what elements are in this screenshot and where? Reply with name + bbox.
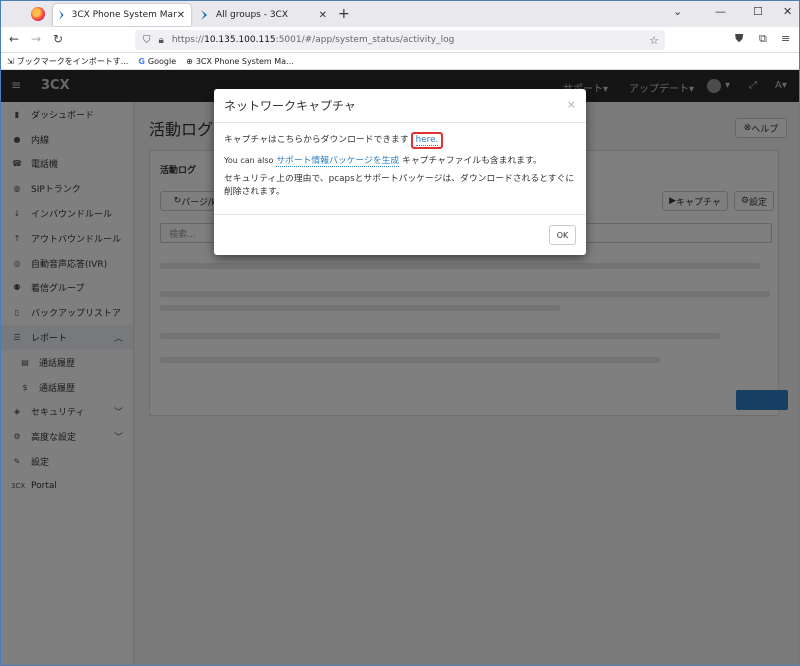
tab-list-icon[interactable]: ⌄ (673, 5, 682, 18)
close-tab-icon[interactable]: ✕ (319, 10, 327, 21)
bookmark-import[interactable]: ⇲ ブックマークをインポートす... (7, 56, 128, 67)
minimize-icon[interactable]: — (715, 5, 726, 18)
url-bar[interactable]: ⛉ 🔒︎ https://10.135.100.115:5001/#/app/s… (135, 30, 665, 50)
modal-body: キャプチャはこちらからダウンロードできます here. You can also … (214, 123, 586, 199)
3cx-favicon-icon (59, 10, 64, 20)
app-menu-icon[interactable]: ≡ (781, 32, 790, 45)
globe-icon: ⊕ (186, 56, 193, 66)
tab-3cx-management[interactable]: 3CX Phone System Manageme ✕ (53, 4, 191, 26)
modal-footer: OK (214, 214, 586, 255)
close-window-icon[interactable]: ✕ (783, 5, 792, 18)
tab-strip: 3CX Phone System Manageme ✕ All groups -… (1, 1, 799, 27)
maximize-icon[interactable]: ☐ (753, 5, 763, 18)
reload-icon[interactable]: ↻ (53, 32, 63, 46)
download-text: キャプチャはこちらからダウンロードできます here. (224, 132, 576, 149)
3cx-favicon-icon (201, 10, 207, 20)
tab-all-groups[interactable]: All groups - 3CX ✕ (195, 4, 333, 26)
close-icon[interactable]: × (567, 98, 576, 111)
tracking-shield-icon[interactable]: ⛉ (143, 35, 151, 46)
extensions-icon[interactable]: ⧉ (759, 32, 767, 46)
navigation-bar: ← → ↻ ⛉ 🔒︎ https://10.135.100.115:5001/#… (1, 27, 799, 53)
lock-icon[interactable]: 🔒︎ (159, 35, 164, 46)
bookmark-star-icon[interactable]: ☆ (649, 34, 659, 47)
firefox-icon[interactable] (31, 7, 45, 21)
import-icon: ⇲ (7, 56, 14, 66)
pocket-icon[interactable]: ⛊ (735, 32, 743, 46)
support-package-text: You can also サポート情報パッケージを生成 キャプチャファイルも含ま… (224, 156, 542, 167)
new-tab-icon[interactable]: + (338, 6, 350, 22)
here-link-highlight: here. (410, 132, 444, 149)
network-capture-modal: ネットワークキャプチャ × キャプチャはこちらからダウンロードできます here.… (214, 89, 586, 255)
bookmark-3cx[interactable]: ⊕ 3CX Phone System Ma... (186, 57, 294, 66)
url-text[interactable]: https://10.135.100.115:5001/#/app/system… (172, 35, 454, 45)
back-icon[interactable]: ← (9, 32, 19, 46)
google-icon: G (138, 56, 145, 66)
modal-title: ネットワークキャプチャ (214, 89, 586, 123)
here-download-link[interactable]: here. (415, 135, 439, 146)
close-tab-icon[interactable]: ✕ (177, 10, 185, 21)
bookmarks-bar: ⇲ ブックマークをインポートす... G Google ⊕ 3CX Phone Sys… (1, 53, 799, 70)
security-note-text: セキュリティ上の理由で、pcapsとサポートパッケージは、ダウンロードされるとす… (224, 174, 575, 197)
generate-support-package-link[interactable]: サポート情報パッケージを生成 (276, 156, 400, 167)
bookmark-google[interactable]: G Google (138, 57, 176, 66)
ok-button[interactable]: OK (549, 225, 576, 245)
forward-icon[interactable]: → (31, 32, 41, 46)
